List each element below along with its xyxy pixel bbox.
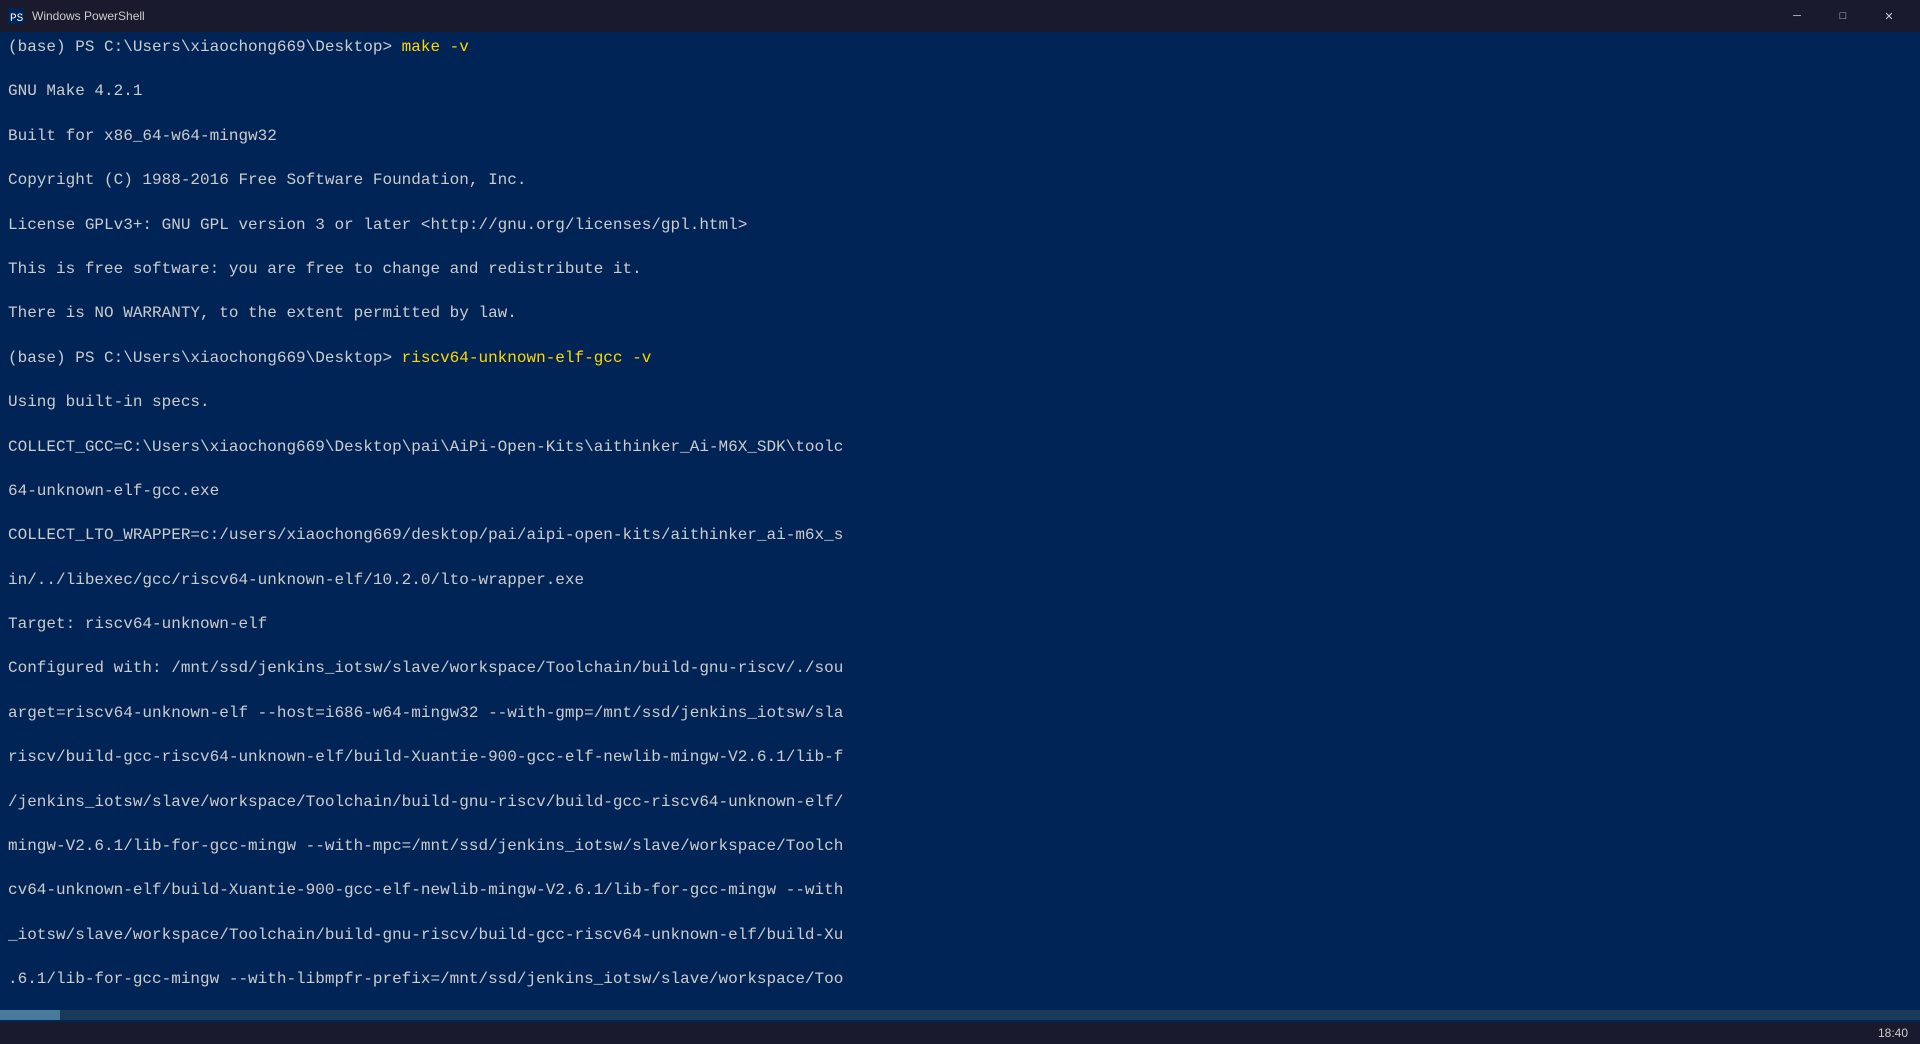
close-button[interactable]: ✕	[1866, 0, 1912, 32]
clock: 18:40	[1878, 1026, 1908, 1040]
terminal-body[interactable]: (base) PS C:\Users\xiaochong669\Desktop>…	[0, 32, 1920, 1008]
titlebar-left: PS Windows PowerShell	[8, 8, 145, 24]
titlebar-title: Windows PowerShell	[32, 9, 145, 23]
statusbar: 18:40	[0, 1022, 1920, 1044]
titlebar: PS Windows PowerShell ─ □ ✕	[0, 0, 1920, 32]
maximize-button[interactable]: □	[1820, 0, 1866, 32]
minimize-button[interactable]: ─	[1774, 0, 1820, 32]
powershell-window: PS Windows PowerShell ─ □ ✕ (base) PS C:…	[0, 0, 1920, 1044]
scrollbar-thumb[interactable]	[0, 1010, 60, 1020]
powershell-icon: PS	[8, 8, 24, 24]
terminal-output: (base) PS C:\Users\xiaochong669\Desktop>…	[8, 36, 1912, 1008]
titlebar-controls: ─ □ ✕	[1774, 0, 1912, 32]
scrollbar-track[interactable]	[0, 1010, 1920, 1020]
horizontal-scrollbar[interactable]	[0, 1008, 1920, 1022]
svg-text:PS: PS	[10, 13, 24, 24]
